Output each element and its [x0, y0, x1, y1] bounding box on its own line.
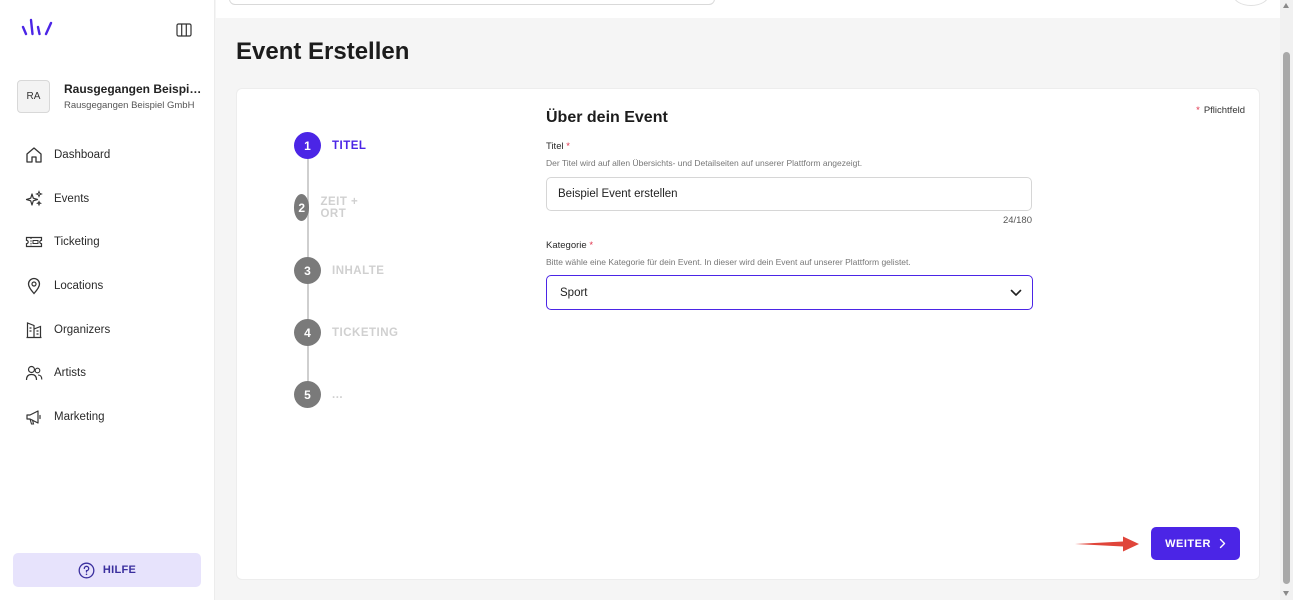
chevron-down-icon	[1010, 289, 1022, 296]
title-input[interactable]: Beispiel Event erstellen	[546, 177, 1032, 211]
sidebar-item-label: Marketing	[54, 410, 105, 423]
sidebar-item-ticketing[interactable]: Ticketing	[0, 220, 215, 264]
topbar	[216, 0, 1280, 18]
step-label: INHALTE	[332, 264, 385, 277]
event-form-card: * Pflichtfeld 1 TITEL 2 ZEIT + ORT 3 INHA…	[236, 88, 1260, 580]
annotation-arrow-icon	[1075, 536, 1139, 552]
step-inhalte[interactable]: 3 INHALTE	[294, 257, 384, 284]
category-field-label: Kategorie *	[546, 240, 1033, 251]
step-ticketing[interactable]: 4 TICKETING	[294, 319, 398, 346]
help-label: HILFE	[102, 564, 137, 576]
sidebar-item-label: Ticketing	[54, 236, 100, 249]
scroll-thumb[interactable]	[1283, 52, 1290, 584]
event-details-form: Über dein Event Titel * Der Titel wird a…	[546, 109, 1033, 310]
title-field-label: Titel *	[546, 141, 1033, 152]
sidebar-item-marketing[interactable]: Marketing	[0, 395, 215, 439]
chevron-right-icon	[1219, 538, 1226, 549]
required-star: *	[566, 141, 570, 152]
user-avatar[interactable]	[1233, 0, 1269, 6]
sidebar-item-label: Artists	[54, 367, 86, 380]
search-input[interactable]	[229, 0, 715, 5]
map-pin-icon	[24, 276, 44, 296]
help-button[interactable]: HILFE	[13, 553, 201, 587]
page-title: Event Erstellen	[236, 38, 410, 65]
step-more[interactable]: 5 ...	[294, 381, 343, 408]
logo[interactable]	[20, 18, 56, 38]
step-zeit-ort[interactable]: 2 ZEIT + ORT	[294, 194, 359, 221]
step-label: TITEL	[332, 139, 367, 152]
org-switcher[interactable]: RA Rausgegangen Beispiel... Rausgegangen…	[17, 80, 206, 113]
step-titel[interactable]: 1 TITEL	[294, 132, 366, 159]
step-number: 2	[294, 194, 310, 221]
building-icon	[24, 320, 44, 340]
category-selected-value: Sport	[560, 286, 588, 299]
required-star: *	[589, 240, 594, 251]
help-icon	[78, 562, 95, 578]
sidebar-toggle-icon[interactable]	[176, 23, 192, 37]
org-subtitle: Rausgegangen Beispiel GmbH	[64, 100, 195, 111]
next-button[interactable]: WEITER	[1151, 527, 1240, 560]
megaphone-icon	[24, 407, 44, 427]
scroll-up-icon[interactable]	[1283, 3, 1289, 8]
sidebar-item-label: Events	[54, 192, 90, 205]
required-field-note: * Pflichtfeld	[1196, 105, 1245, 116]
org-avatar: RA	[17, 80, 50, 113]
next-button-label: WEITER	[1165, 537, 1211, 550]
required-note-label: Pflichtfeld	[1203, 105, 1245, 116]
step-number: 1	[294, 132, 321, 159]
page-scrollbar[interactable]	[1280, 0, 1293, 600]
sidebar-item-locations[interactable]: Locations	[0, 264, 215, 308]
category-label-text: Kategorie	[546, 240, 587, 251]
org-name: Rausgegangen Beispiel...	[64, 82, 206, 96]
sidebar-nav: Dashboard Events Ticketing Locations Org…	[0, 133, 215, 439]
title-label-text: Titel	[546, 141, 564, 152]
step-label: TICKETING	[332, 326, 399, 339]
scroll-down-icon[interactable]	[1283, 591, 1289, 596]
step-number: 3	[294, 257, 321, 284]
sidebar-item-events[interactable]: Events	[0, 177, 215, 221]
sidebar-item-label: Dashboard	[54, 148, 111, 161]
users-icon	[24, 363, 44, 383]
sparkles-icon	[24, 189, 44, 209]
step-number: 4	[294, 319, 321, 346]
title-char-counter: 24/180	[1002, 215, 1032, 226]
category-select[interactable]: Sport	[546, 275, 1033, 310]
sidebar-item-dashboard[interactable]: Dashboard	[0, 133, 215, 177]
required-star: *	[1196, 105, 1200, 116]
step-number: 5	[294, 381, 321, 408]
sidebar-item-organizers[interactable]: Organizers	[0, 308, 215, 352]
sidebar-item-label: Organizers	[54, 323, 111, 336]
sidebar-item-artists[interactable]: Artists	[0, 351, 215, 395]
sidebar: RA Rausgegangen Beispiel... Rausgegangen…	[0, 0, 215, 600]
form-heading: Über dein Event	[546, 109, 668, 126]
home-icon	[24, 145, 44, 165]
title-field-hint: Der Titel wird auf allen Übersichts- und…	[546, 158, 863, 168]
category-field-hint: Bitte wähle eine Kategorie für dein Even…	[546, 257, 911, 267]
sidebar-item-label: Locations	[54, 279, 104, 292]
step-label: ZEIT + ORT	[320, 195, 359, 220]
ticket-icon	[24, 232, 44, 252]
step-label: ...	[332, 388, 344, 401]
